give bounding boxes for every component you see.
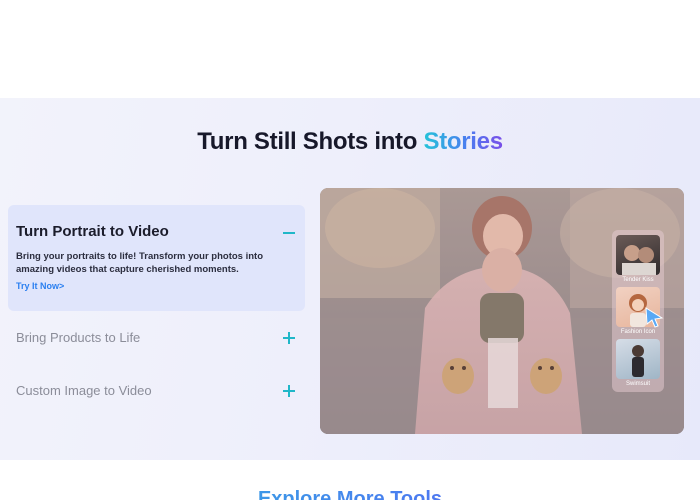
section-headline: Turn Still Shots into Stories — [0, 128, 700, 156]
top-band — [0, 0, 700, 98]
thumbnail-swimsuit[interactable] — [616, 339, 660, 379]
accordion-item-products-to-life[interactable]: Bring Products to Life — [8, 324, 305, 352]
headline-prefix: Turn Still Shots into — [197, 128, 418, 155]
plus-icon[interactable] — [283, 385, 295, 397]
thumbnail-image — [622, 245, 656, 275]
thumbnail-label: Swimsuit — [625, 381, 650, 387]
try-it-now-link[interactable]: Try It Now> — [16, 281, 64, 291]
cursor-icon — [645, 307, 664, 328]
thumbnail-tender-kiss[interactable] — [616, 235, 660, 275]
thumbnail-label: Tender Kiss — [622, 277, 654, 283]
accordion-description: Bring your portraits to life! Transform … — [16, 251, 264, 275]
accordion-title: Turn Portrait to Video — [16, 223, 169, 240]
accordion-label: Bring Products to Life — [16, 330, 141, 345]
thumbnail-image — [632, 345, 644, 377]
accordion-item-custom-image-to-video[interactable]: Custom Image to Video — [8, 377, 305, 405]
explore-heading: Explore More Tools — [0, 488, 700, 500]
headline-accent: Stories — [423, 128, 504, 155]
accordion-item-portrait-to-video[interactable]: Turn Portrait to Video Bring your portra… — [8, 205, 305, 311]
accordion-label: Custom Image to Video — [16, 383, 152, 398]
plus-icon[interactable] — [283, 332, 295, 344]
minus-icon[interactable] — [283, 232, 295, 234]
thumbnail-label: Fashion Icon — [620, 329, 656, 335]
